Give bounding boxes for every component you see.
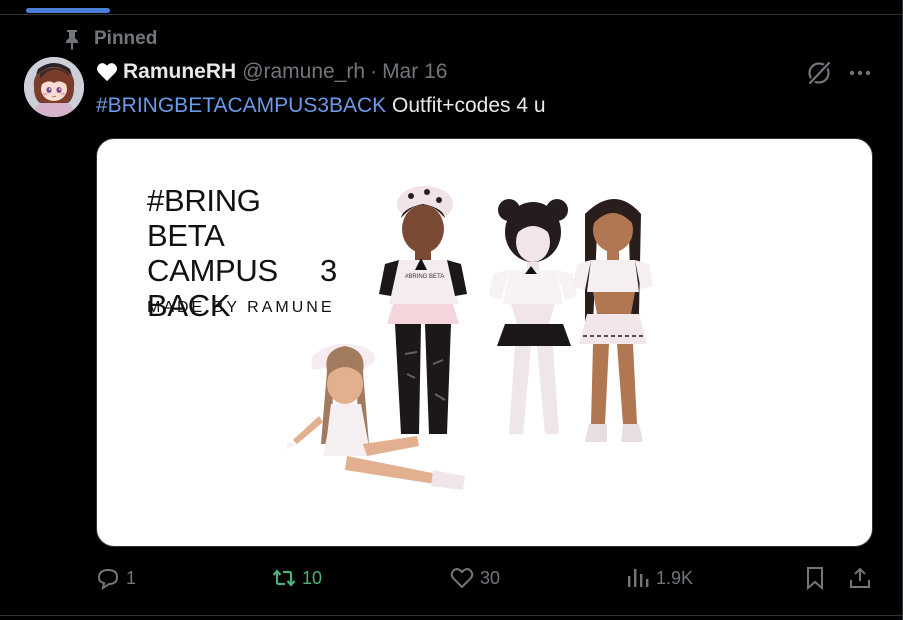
bookmark-icon [807,567,823,590]
post-date[interactable]: Mar 16 [382,60,447,84]
like-icon [450,568,474,589]
pin-icon [66,30,78,50]
avatar[interactable] [24,57,84,117]
reply-icon [97,568,119,590]
figure-a: #BRING BETA [379,186,467,434]
reply-count: 1 [126,567,137,588]
pinned-indicator: Pinned [62,28,157,50]
top-divider [0,14,903,15]
bottom-divider [0,615,903,616]
author-display-name[interactable]: RamuneRH [123,60,236,84]
tweet-text: #BRINGBETACAMPUS3BACK Outfit+codes 4 u [96,94,546,118]
tweet-media-image[interactable]: #BRING BETA CAMPUS 3 BACK MADE BY RAMUNE… [96,138,873,547]
reply-button[interactable]: 1 [96,566,136,590]
share-button[interactable] [848,566,872,590]
like-button[interactable]: 30 [450,566,500,590]
pinned-label: Pinned [94,28,158,49]
grok-icon[interactable] [806,60,832,86]
tweet-actions-bar: 1 10 30 1.9K [96,566,873,596]
tab-indicator [26,8,110,13]
views-button[interactable]: 1.9K [626,566,693,590]
tweet-header: RamuneRH @ramune_rh · Mar 16 [96,60,447,84]
shirt-text-a: #BRING BETA [405,274,444,280]
separator-dot: · [370,60,378,83]
hashtag-link[interactable]: #BRINGBETACAMPUS3BACK [96,94,386,117]
avatar-figures-illustration: #BRING BETA [287,186,653,490]
share-icon [850,567,870,588]
retweet-icon [272,569,296,587]
bookmark-button[interactable] [803,566,827,590]
media-title-line2a: CAMPUS [147,253,278,288]
tweet-body: Outfit+codes 4 u [386,94,546,117]
heart-icon [97,63,117,82]
views-icon [628,569,649,587]
more-icon[interactable] [848,63,872,83]
views-count: 1.9K [656,567,694,588]
retweet-count: 10 [302,567,323,588]
retweet-button[interactable]: 10 [272,566,322,590]
figure-b [489,199,577,434]
figure-c [573,199,653,442]
author-handle[interactable]: @ramune_rh [242,60,365,84]
like-count: 30 [480,567,501,588]
